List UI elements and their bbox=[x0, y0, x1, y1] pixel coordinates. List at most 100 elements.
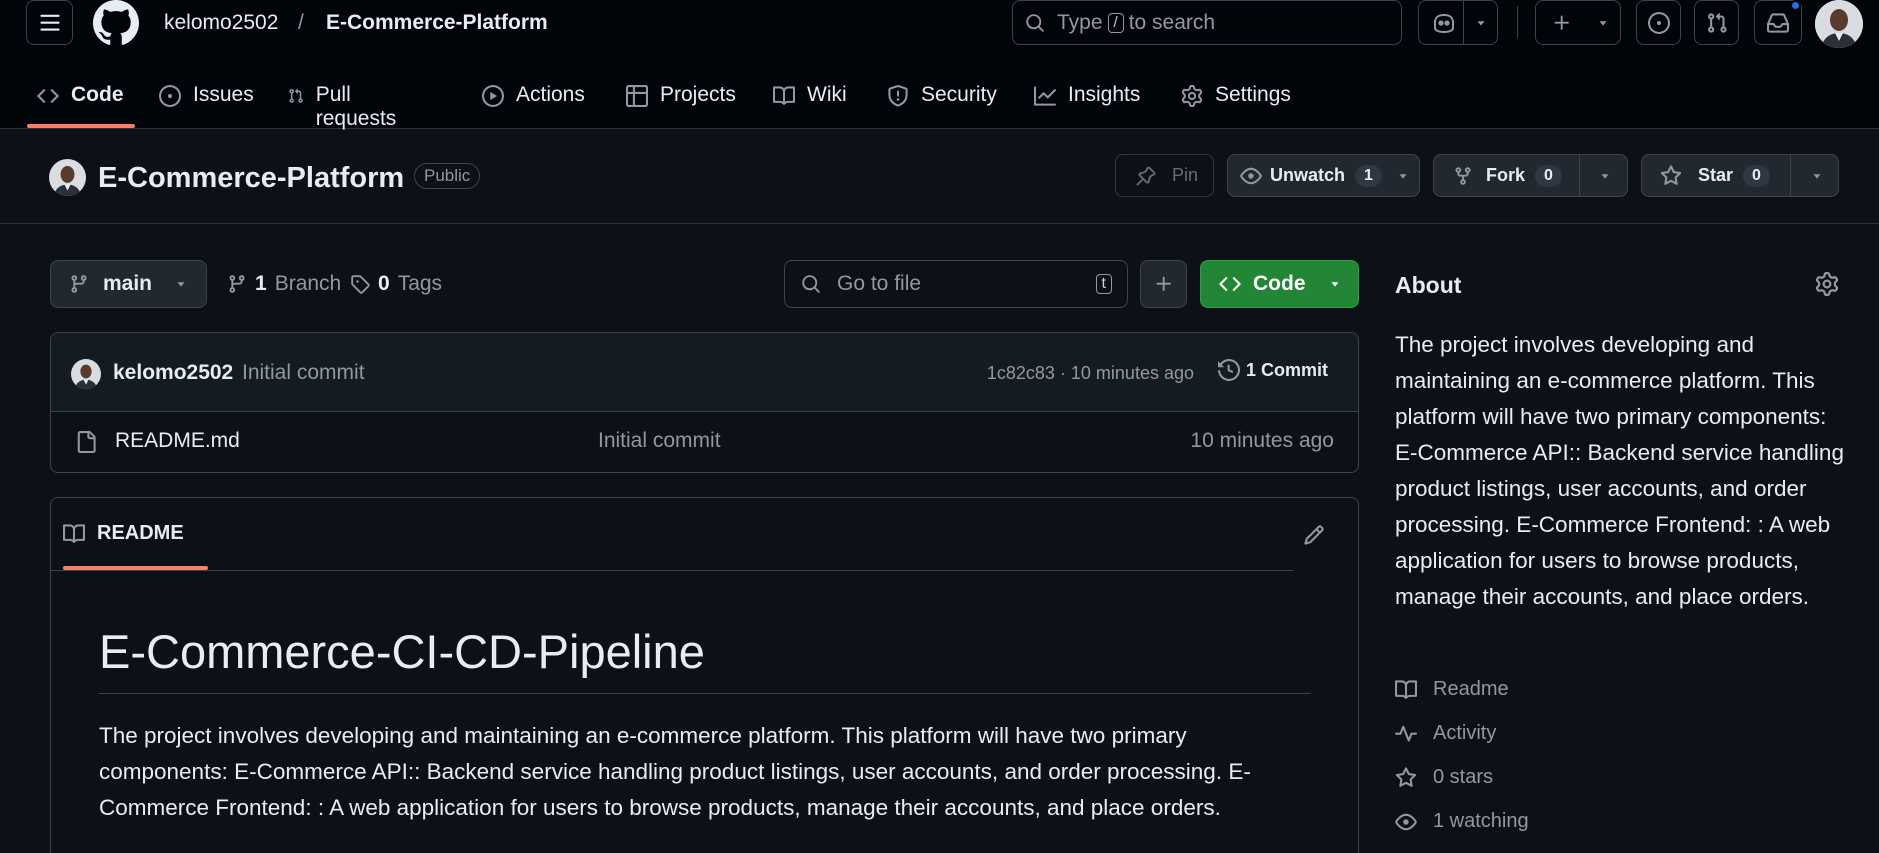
commit-history-link[interactable]: 1 Commit bbox=[1217, 359, 1328, 381]
code-dropdown-button[interactable]: Code bbox=[1200, 260, 1359, 308]
menu-button[interactable] bbox=[26, 0, 73, 45]
gear-icon bbox=[1181, 85, 1203, 107]
git-branch-icon bbox=[229, 275, 245, 293]
copilot-icon bbox=[1434, 13, 1454, 33]
pull-requests-shortcut-button[interactable] bbox=[1694, 0, 1739, 45]
about-watching-link[interactable]: 1 watching bbox=[1395, 810, 1529, 833]
chevron-down-icon bbox=[177, 282, 185, 287]
pin-label: Pin bbox=[1172, 165, 1199, 185]
tab-insights[interactable]: Insights bbox=[1034, 75, 1140, 129]
visibility-badge: Public bbox=[414, 163, 481, 189]
about-watching-label: 1 watching bbox=[1433, 810, 1529, 832]
table-icon bbox=[626, 85, 648, 107]
play-icon bbox=[482, 85, 504, 107]
star-label: Star bbox=[1698, 165, 1734, 185]
about-readme-link[interactable]: Readme bbox=[1395, 678, 1509, 701]
about-activity-link[interactable]: Activity bbox=[1395, 722, 1496, 745]
pulse-icon bbox=[1395, 725, 1417, 742]
inbox-icon bbox=[1767, 12, 1789, 33]
commit-message[interactable]: Initial commit bbox=[242, 361, 365, 385]
book-icon bbox=[63, 523, 85, 543]
commit-meta[interactable]: 1c82c83 · 10 minutes ago bbox=[987, 363, 1194, 384]
create-new-button[interactable] bbox=[1535, 0, 1621, 45]
code-icon bbox=[1219, 277, 1241, 291]
tab-actions[interactable]: Actions bbox=[482, 75, 585, 129]
readme-tab-label: README bbox=[97, 522, 184, 544]
about-description: The project involves developing and main… bbox=[1395, 332, 1844, 609]
active-tab-indicator bbox=[27, 124, 135, 128]
branch-count-label: Branch bbox=[274, 272, 342, 295]
pencil-icon[interactable] bbox=[1303, 524, 1325, 546]
owner-avatar[interactable] bbox=[49, 159, 86, 196]
file-commit-message[interactable]: Initial commit bbox=[598, 429, 721, 453]
tab-actions-label: Actions bbox=[516, 83, 585, 106]
tab-code-label: Code bbox=[71, 83, 124, 106]
tab-settings-label: Settings bbox=[1215, 83, 1291, 106]
gear-icon[interactable] bbox=[1815, 272, 1839, 296]
readme-body: The project involves developing and main… bbox=[99, 723, 1251, 820]
history-icon bbox=[1217, 359, 1240, 381]
star-button[interactable]: Star 0 bbox=[1641, 154, 1839, 197]
about-title: About bbox=[1395, 272, 1462, 298]
search-prefix: Type bbox=[1057, 10, 1103, 34]
pin-icon bbox=[1136, 166, 1156, 185]
file-list: kelomo2502 Initial commit 1c82c83 · 10 m… bbox=[50, 332, 1359, 473]
star-count: 0 bbox=[1743, 164, 1770, 187]
pin-button[interactable]: Pin bbox=[1115, 154, 1214, 197]
global-search-input[interactable]: Type / to search bbox=[1012, 0, 1402, 45]
header-divider bbox=[1517, 6, 1518, 38]
unwatch-button[interactable]: Unwatch 1 bbox=[1227, 154, 1420, 197]
chevron-down-icon bbox=[1477, 20, 1485, 26]
tags-link[interactable]: 0 Tags bbox=[350, 272, 442, 296]
file-name[interactable]: README.md bbox=[115, 429, 240, 453]
github-logo-icon[interactable] bbox=[93, 0, 139, 46]
commit-author-avatar[interactable] bbox=[71, 359, 101, 389]
about-readme-label: Readme bbox=[1433, 678, 1509, 700]
readme-heading: E-Commerce-CI-CD-Pipeline bbox=[99, 625, 705, 678]
file-icon bbox=[77, 431, 96, 453]
about-stars-link[interactable]: 0 stars bbox=[1395, 766, 1493, 789]
copilot-button[interactable] bbox=[1418, 0, 1498, 45]
readme-tab[interactable]: README bbox=[63, 522, 184, 545]
tab-issues[interactable]: Issues bbox=[159, 75, 254, 129]
tag-count: 0 bbox=[378, 272, 390, 295]
branch-name: main bbox=[103, 272, 153, 295]
branch-count: 1 bbox=[255, 272, 267, 295]
file-row[interactable]: README.md Initial commit 10 minutes ago bbox=[51, 412, 1358, 472]
commit-author[interactable]: kelomo2502 bbox=[113, 361, 233, 385]
repo-forked-icon bbox=[1455, 166, 1471, 185]
eye-icon bbox=[1240, 167, 1262, 184]
breadcrumb-owner[interactable]: kelomo2502 bbox=[164, 10, 278, 36]
user-avatar[interactable] bbox=[1815, 0, 1863, 48]
git-pull-request-icon bbox=[1707, 12, 1727, 33]
branch-selector[interactable]: main bbox=[50, 260, 207, 308]
issues-shortcut-button[interactable] bbox=[1636, 0, 1681, 45]
search-icon bbox=[802, 275, 820, 293]
tab-wiki[interactable]: Wiki bbox=[773, 75, 847, 129]
tab-settings[interactable]: Settings bbox=[1181, 75, 1291, 129]
fork-button[interactable]: Fork 0 bbox=[1433, 154, 1628, 197]
search-suffix: to search bbox=[1128, 10, 1216, 34]
tab-code[interactable]: Code bbox=[37, 75, 124, 129]
star-icon bbox=[1660, 164, 1682, 185]
search-shortcut-key: / bbox=[1107, 12, 1124, 33]
branches-link[interactable]: 1 Branch bbox=[227, 272, 341, 296]
tab-pull-requests[interactable]: Pull requests bbox=[288, 75, 403, 130]
heading-rule bbox=[99, 693, 1311, 694]
shield-icon bbox=[888, 85, 908, 107]
tab-issues-label: Issues bbox=[193, 83, 254, 106]
notification-dot bbox=[1790, 0, 1801, 11]
go-to-file-shortcut: t bbox=[1095, 274, 1112, 294]
add-file-button[interactable] bbox=[1140, 260, 1187, 308]
hamburger-icon bbox=[39, 14, 60, 31]
go-to-file-input[interactable]: Go to file t bbox=[784, 260, 1128, 308]
chevron-down-icon bbox=[1399, 173, 1407, 179]
chevron-down-icon bbox=[1601, 173, 1609, 179]
fork-count: 0 bbox=[1535, 164, 1562, 187]
breadcrumb-repo[interactable]: E-Commerce-Platform bbox=[326, 10, 548, 36]
tab-projects[interactable]: Projects bbox=[626, 75, 736, 129]
tab-security[interactable]: Security bbox=[887, 75, 997, 129]
graph-icon bbox=[1034, 86, 1056, 106]
repo-name[interactable]: E-Commerce-Platform bbox=[98, 160, 404, 196]
about-activity-label: Activity bbox=[1433, 722, 1497, 744]
